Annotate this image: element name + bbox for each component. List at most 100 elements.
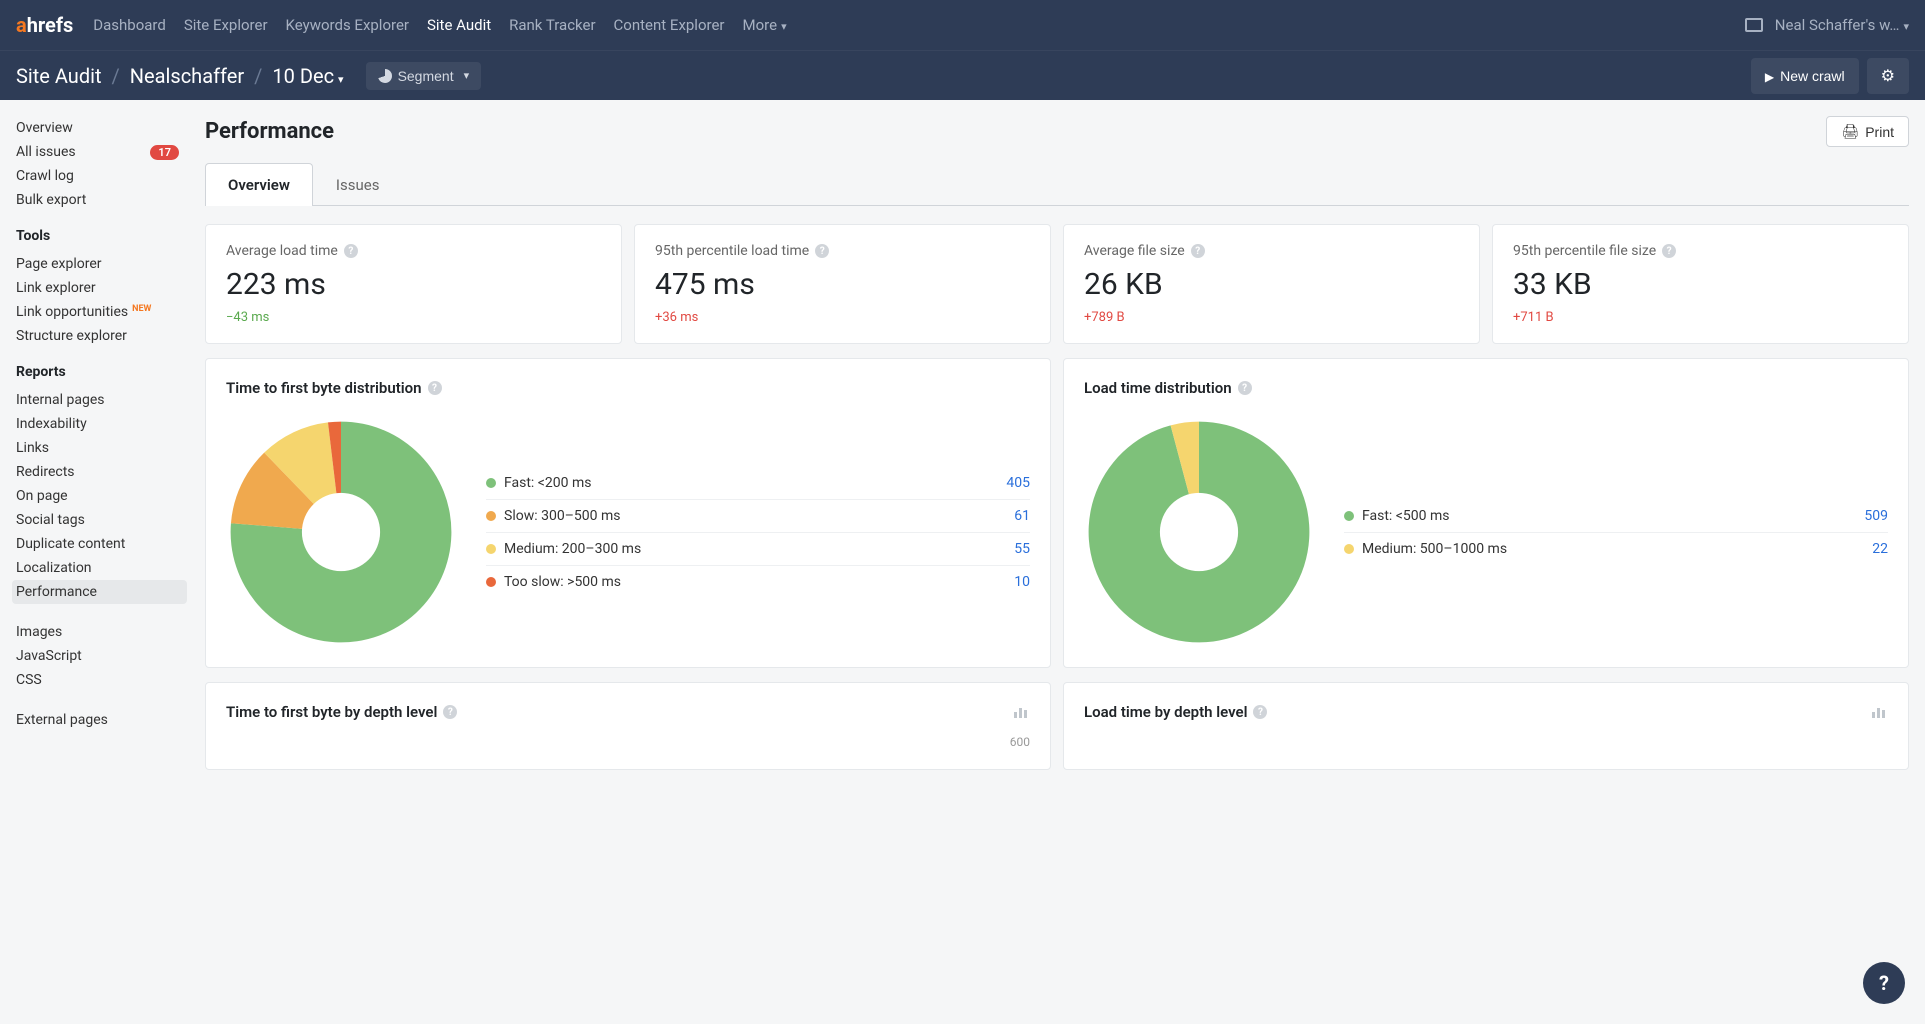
nav-keywords-explorer[interactable]: Keywords Explorer	[286, 16, 409, 34]
bar-chart-icon[interactable]	[1872, 706, 1888, 718]
tab-overview[interactable]: Overview	[205, 163, 313, 206]
help-icon[interactable]: ?	[815, 244, 829, 258]
legend-dot	[486, 577, 496, 587]
sidebar-item-structure-explorer[interactable]: Structure explorer	[12, 324, 187, 348]
metric-label: 95th percentile file size?	[1513, 243, 1888, 259]
pie-icon	[378, 69, 392, 83]
legend-value[interactable]: 509	[1864, 508, 1888, 524]
crumb-date[interactable]: 10 Dec	[272, 64, 343, 88]
crumb-project[interactable]: Nealschaffer	[130, 64, 244, 88]
crumb-site-audit[interactable]: Site Audit	[16, 64, 102, 88]
settings-button[interactable]	[1867, 58, 1909, 94]
legend-dot	[1344, 544, 1354, 554]
metric-card: 95th percentile file size? 33 KB +711 B	[1492, 224, 1909, 344]
sidebar-item-internal-pages[interactable]: Internal pages	[12, 388, 187, 412]
metric-label: Average load time?	[226, 243, 601, 259]
metric-value: 475 ms	[655, 267, 1030, 302]
loadtime-legend: Fast: <500 ms 509 Medium: 500–1000 ms 22	[1344, 500, 1888, 565]
sidebar-item-javascript[interactable]: JavaScript	[12, 644, 187, 668]
sidebar-item-link-explorer[interactable]: Link explorer	[12, 276, 187, 300]
nav-rank-tracker[interactable]: Rank Tracker	[509, 16, 595, 34]
chart-title: Time to first byte distribution?	[226, 379, 1030, 397]
sidebar-item-performance[interactable]: Performance	[12, 580, 187, 604]
help-fab[interactable]: ?	[1863, 962, 1905, 1004]
sidebar-item-bulk-export[interactable]: Bulk export	[12, 188, 187, 212]
legend-value[interactable]: 61	[1014, 508, 1030, 524]
ttfb-donut-chart	[226, 417, 456, 647]
loadtime-donut-chart	[1084, 417, 1314, 647]
legend-dot	[486, 544, 496, 554]
sidebar-item-links[interactable]: Links	[12, 436, 187, 460]
chart-title: Load time distribution?	[1084, 379, 1888, 397]
legend-value[interactable]: 405	[1006, 475, 1030, 491]
breadcrumb: Site Audit / Nealschaffer / 10 Dec Segme…	[16, 62, 481, 90]
tools-heading: Tools	[16, 228, 195, 244]
nav-dashboard[interactable]: Dashboard	[93, 16, 166, 34]
legend-row: Slow: 300–500 ms 61	[486, 500, 1030, 533]
sidebar-item-css[interactable]: CSS	[12, 668, 187, 692]
loadtime-distribution-card: Load time distribution? Fast: <500 ms 509…	[1063, 358, 1909, 668]
axis-label: 600	[226, 721, 1030, 749]
ttfb-legend: Fast: <200 ms405Slow: 300–500 ms61Medium…	[486, 467, 1030, 598]
tab-issues[interactable]: Issues	[313, 163, 403, 206]
nav-site-audit[interactable]: Site Audit	[427, 16, 491, 34]
sidebar-item-link-opportunities[interactable]: Link opportunitiesNEW	[12, 300, 187, 324]
sidebar-item-all-issues[interactable]: All issues17	[12, 140, 187, 164]
print-button[interactable]: Print	[1826, 116, 1909, 147]
chart-title: Time to first byte by depth level?	[226, 703, 457, 721]
topnav-links: Dashboard Site Explorer Keywords Explorer S…	[93, 16, 1745, 34]
help-icon[interactable]: ?	[344, 244, 358, 258]
help-icon[interactable]: ?	[1253, 705, 1267, 719]
sidebar-item-images[interactable]: Images	[12, 620, 187, 644]
sidebar-item-on-page[interactable]: On page	[12, 484, 187, 508]
legend-row: Medium: 500–1000 ms 22	[1344, 533, 1888, 565]
new-crawl-button[interactable]: New crawl	[1751, 58, 1859, 94]
sidebar-item-indexability[interactable]: Indexability	[12, 412, 187, 436]
help-icon[interactable]: ?	[443, 705, 457, 719]
nav-site-explorer[interactable]: Site Explorer	[184, 16, 268, 34]
metric-card: Average load time? 223 ms −43 ms	[205, 224, 622, 344]
help-icon[interactable]: ?	[1662, 244, 1676, 258]
sidebar-item-overview[interactable]: Overview	[12, 116, 187, 140]
legend-value[interactable]: 22	[1872, 541, 1888, 557]
sidebar-item-crawl-log[interactable]: Crawl log	[12, 164, 187, 188]
help-icon[interactable]: ?	[1238, 381, 1252, 395]
legend-value[interactable]: 55	[1014, 541, 1030, 557]
nav-more[interactable]: More	[743, 16, 787, 34]
bar-chart-icon[interactable]	[1014, 706, 1030, 718]
help-icon[interactable]: ?	[1191, 244, 1205, 258]
metric-delta: +789 B	[1084, 310, 1459, 325]
sidebar-item-external-pages[interactable]: External pages	[12, 708, 187, 732]
logo[interactable]: ahrefs	[16, 13, 73, 37]
segment-button[interactable]: Segment	[366, 62, 482, 90]
legend-value[interactable]: 10	[1014, 574, 1030, 590]
metric-label: 95th percentile load time?	[655, 243, 1030, 259]
issues-badge: 17	[150, 145, 179, 160]
legend-label: Too slow: >500 ms	[504, 574, 621, 590]
print-icon	[1841, 123, 1859, 140]
ttfb-distribution-card: Time to first byte distribution? Fast: <…	[205, 358, 1051, 668]
sub-nav: Site Audit / Nealschaffer / 10 Dec Segme…	[0, 50, 1925, 100]
main: Performance Print OverviewIssues Average…	[195, 100, 1925, 786]
sidebar-item-page-explorer[interactable]: Page explorer	[12, 252, 187, 276]
legend-dot	[1344, 511, 1354, 521]
tabs: OverviewIssues	[205, 163, 1909, 206]
metric-delta: −43 ms	[226, 310, 601, 325]
metric-label: Average file size?	[1084, 243, 1459, 259]
sidebar-item-localization[interactable]: Localization	[12, 556, 187, 580]
sidebar-item-social-tags[interactable]: Social tags	[12, 508, 187, 532]
metric-value: 223 ms	[226, 267, 601, 302]
legend-row: Fast: <200 ms 405	[486, 467, 1030, 500]
legend-label: Fast: <500 ms	[1362, 508, 1450, 524]
legend-label: Fast: <200 ms	[504, 475, 592, 491]
legend-label: Slow: 300–500 ms	[504, 508, 620, 524]
workspace-switcher[interactable]: Neal Schaffer's w…	[1775, 16, 1909, 34]
sidebar-item-redirects[interactable]: Redirects	[12, 460, 187, 484]
nav-content-explorer[interactable]: Content Explorer	[614, 16, 725, 34]
page-title: Performance	[205, 119, 334, 144]
reports-heading: Reports	[16, 364, 195, 380]
sidebar-item-duplicate-content[interactable]: Duplicate content	[12, 532, 187, 556]
legend-label: Medium: 500–1000 ms	[1362, 541, 1507, 557]
metric-value: 26 KB	[1084, 267, 1459, 302]
help-icon[interactable]: ?	[428, 381, 442, 395]
